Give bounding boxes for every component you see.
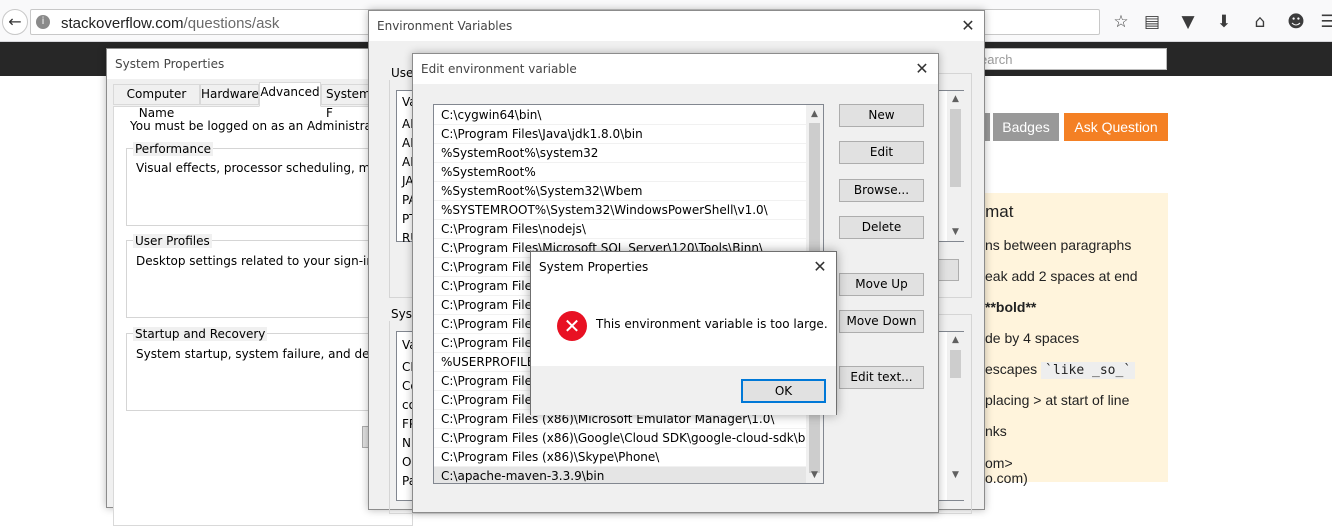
- tab-advanced[interactable]: Advanced: [259, 82, 321, 107]
- move-up-button[interactable]: Move Up: [839, 273, 924, 296]
- scroll-thumb[interactable]: [950, 350, 961, 378]
- list-item[interactable]: C:\cygwin64\bin\: [434, 106, 806, 125]
- help-line: ns between paragraphs: [985, 237, 1132, 253]
- edit-button[interactable]: Edit: [839, 141, 924, 164]
- badges-button[interactable]: Badges: [993, 113, 1059, 141]
- download-icon[interactable]: ⬇: [1214, 12, 1234, 32]
- performance-group: [126, 148, 386, 226]
- bookmark-star-icon[interactable]: ☆: [1111, 12, 1131, 32]
- new-button[interactable]: New: [839, 104, 924, 127]
- scroll-down-icon[interactable]: ▼: [806, 467, 823, 483]
- list-item[interactable]: C:\Program Files\Java\jdk1.8.0\bin: [434, 125, 806, 144]
- scroll-thumb[interactable]: [950, 109, 961, 187]
- scroll-down-icon[interactable]: ▼: [947, 224, 964, 241]
- user-profiles-label: User Profiles: [133, 234, 212, 248]
- reader-view-icon[interactable]: ▤: [1142, 12, 1162, 32]
- error-message: This environment variable is too large.: [596, 317, 828, 331]
- window-title: Edit environment variable: [421, 62, 577, 76]
- system-list-scrollbar[interactable]: ▲ ▼: [947, 332, 964, 500]
- edit-text-button[interactable]: Edit text...: [839, 366, 924, 389]
- user-profiles-group: [126, 240, 386, 318]
- back-button[interactable]: ←: [2, 9, 28, 35]
- startup-recovery-label: Startup and Recovery: [133, 327, 268, 341]
- tab-computer-name[interactable]: Computer Name: [113, 84, 200, 120]
- tab-hardware[interactable]: Hardware: [200, 84, 259, 105]
- help-line: nks: [985, 423, 1007, 439]
- title-bar: System Properties: [107, 49, 405, 79]
- help-line: escapes `like _so_`: [985, 361, 1136, 379]
- list-item[interactable]: C:\Program Files (x86)\Skype\Phone\: [434, 448, 806, 467]
- browse-button[interactable]: Browse...: [839, 179, 924, 202]
- url-path: /questions/ask: [183, 15, 280, 32]
- so-nav-partial-button[interactable]: [985, 113, 990, 141]
- scroll-up-icon[interactable]: ▲: [947, 332, 964, 349]
- move-down-button[interactable]: Move Down: [839, 310, 924, 333]
- close-icon[interactable]: ✕: [912, 59, 932, 79]
- help-line: **bold**: [985, 299, 1037, 315]
- list-item-selected[interactable]: C:\apache-maven-3.3.9\bin: [434, 467, 806, 483]
- dialog-title: System Properties: [539, 260, 649, 274]
- menu-icon[interactable]: ☰: [1318, 12, 1332, 32]
- list-item[interactable]: %SystemRoot%: [434, 163, 806, 182]
- list-item[interactable]: C:\Program Files (x86)\Google\Cloud SDK\…: [434, 429, 816, 448]
- title-bar: Edit environment variable ✕: [413, 54, 938, 84]
- url-domain: stackoverflow.com: [61, 15, 184, 32]
- help-line: placing > at start of line: [985, 392, 1130, 408]
- home-icon[interactable]: ⌂: [1250, 12, 1270, 32]
- help-line: o.com): [985, 470, 1028, 486]
- error-icon: ✕: [557, 311, 587, 341]
- window-title: Environment Variables: [377, 19, 513, 33]
- scroll-down-icon[interactable]: ▼: [947, 467, 964, 484]
- help-line: eak add 2 spaces at end: [985, 268, 1138, 284]
- list-item[interactable]: C:\Program Files\nodejs\: [434, 220, 806, 239]
- title-bar: System Properties ✕: [531, 252, 836, 282]
- list-item[interactable]: %SystemRoot%\system32: [434, 144, 806, 163]
- list-item[interactable]: %SYSTEMROOT%\System32\WindowsPowerShell\…: [434, 201, 806, 220]
- scroll-up-icon[interactable]: ▲: [947, 91, 964, 108]
- user-profiles-text: Desktop settings related to your sign-in: [136, 254, 374, 268]
- help-line: de by 4 spaces: [985, 330, 1080, 346]
- startup-recovery-group: [126, 333, 386, 411]
- list-item[interactable]: %SystemRoot%\System32\Wbem: [434, 182, 806, 201]
- ok-button[interactable]: OK: [741, 379, 826, 403]
- error-dialog: System Properties ✕ ✕ This environment v…: [530, 251, 837, 415]
- close-icon[interactable]: ✕: [958, 16, 978, 36]
- help-code-sample: `like _so_`: [1041, 362, 1136, 379]
- info-icon: i: [36, 15, 50, 29]
- performance-label: Performance: [133, 142, 214, 156]
- help-line-text: escapes: [985, 361, 1038, 377]
- user-delete-button-partial[interactable]: [937, 259, 959, 281]
- url-text: stackoverflow.com/questions/ask: [61, 15, 279, 32]
- close-icon[interactable]: ✕: [810, 257, 830, 277]
- scroll-up-icon[interactable]: ▲: [806, 106, 823, 123]
- dialog-footer: OK: [531, 366, 836, 415]
- pocket-icon[interactable]: ▼: [1178, 12, 1198, 32]
- back-arrow-icon: ←: [8, 12, 22, 31]
- help-line: om>: [985, 455, 1013, 471]
- so-search-input[interactable]: earch: [965, 48, 1167, 70]
- user-list-scrollbar[interactable]: ▲ ▼: [947, 91, 964, 241]
- ask-question-button[interactable]: Ask Question: [1064, 113, 1168, 141]
- emoji-icon[interactable]: ☻: [1286, 12, 1306, 32]
- window-title: System Properties: [115, 57, 225, 71]
- title-bar: Environment Variables ✕: [369, 11, 984, 41]
- delete-button[interactable]: Delete: [839, 216, 924, 239]
